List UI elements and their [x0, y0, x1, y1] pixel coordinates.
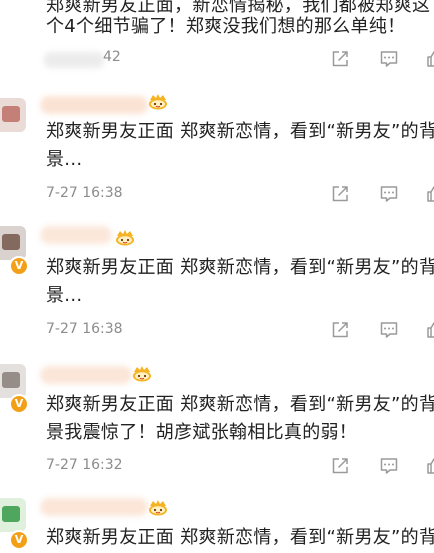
- share-icon[interactable]: [330, 456, 350, 476]
- avatar[interactable]: [0, 98, 26, 132]
- username-blur[interactable]: [40, 226, 112, 244]
- feed-post[interactable]: V 郑爽新男友正面 郑爽新恋情，看到“新男友”的背 景... 7-27 16:3…: [0, 222, 434, 354]
- share-icon[interactable]: [330, 320, 350, 340]
- post-timestamp: 7-27 16:38: [46, 321, 123, 337]
- feed-post[interactable]: 郑爽新男友正面，新恋情揭秘，我们都被郑爽这 个4个细节骗了！郑爽没我们想的那么单…: [0, 0, 434, 80]
- post-timestamp: 7-27 16:38: [46, 185, 123, 201]
- post-text-line2: 景...: [46, 285, 83, 306]
- post-text-line1: 郑爽新男友正面 郑爽新恋情，看到“新男友”的背: [46, 121, 434, 142]
- post-timestamp: 42: [103, 49, 121, 65]
- comment-icon[interactable]: [379, 320, 399, 340]
- username-blur[interactable]: [40, 498, 148, 516]
- post-text-line1: 郑爽新男友正面 郑爽新恋情，看到“新男友”的背: [46, 527, 434, 548]
- comment-feed: 郑爽新男友正面，新恋情揭秘，我们都被郑爽这 个4个细节骗了！郑爽没我们想的那么单…: [0, 0, 434, 553]
- crown-icon: [148, 93, 168, 110]
- crown-icon: [148, 499, 168, 516]
- like-icon[interactable]: [425, 49, 434, 69]
- post-text-line2: 景...: [46, 149, 83, 170]
- crown-icon: [115, 229, 135, 246]
- username-blur[interactable]: [40, 96, 148, 114]
- share-icon[interactable]: [330, 49, 350, 69]
- post-timestamp: 7-27 16:32: [46, 457, 123, 473]
- feed-post[interactable]: V 郑爽新男友正面 郑爽新恋情，看到“新男友”的背: [0, 494, 434, 553]
- like-icon[interactable]: [425, 184, 434, 204]
- post-text-line2: 个4个细节骗了！郑爽没我们想的那么单纯！: [46, 16, 406, 37]
- avatar[interactable]: [0, 226, 26, 260]
- verified-badge: V: [9, 394, 29, 414]
- feed-post[interactable]: V 郑爽新男友正面 郑爽新恋情，看到“新男友”的背 景我震惊了！胡彦斌张翰相比真…: [0, 358, 434, 490]
- verified-badge: V: [9, 256, 29, 276]
- like-icon[interactable]: [425, 320, 434, 340]
- verified-badge: V: [9, 530, 29, 550]
- share-icon[interactable]: [330, 184, 350, 204]
- comment-icon[interactable]: [379, 49, 399, 69]
- post-text-line1: 郑爽新男友正面 郑爽新恋情，看到“新男友”的背: [46, 394, 434, 415]
- feed-post[interactable]: 郑爽新男友正面 郑爽新恋情，看到“新男友”的背 景... 7-27 16:38: [0, 88, 434, 218]
- crown-icon: [132, 365, 152, 382]
- post-text-line2: 景我震惊了！胡彦斌张翰相比真的弱！: [46, 422, 358, 443]
- avatar[interactable]: [0, 498, 26, 532]
- timestamp-blur: [44, 52, 104, 68]
- like-icon[interactable]: [425, 456, 434, 476]
- post-text-line1: 郑爽新男友正面 郑爽新恋情，看到“新男友”的背: [46, 257, 434, 278]
- username-blur[interactable]: [40, 366, 132, 384]
- avatar[interactable]: [0, 364, 26, 398]
- comment-icon[interactable]: [379, 184, 399, 204]
- comment-icon[interactable]: [379, 456, 399, 476]
